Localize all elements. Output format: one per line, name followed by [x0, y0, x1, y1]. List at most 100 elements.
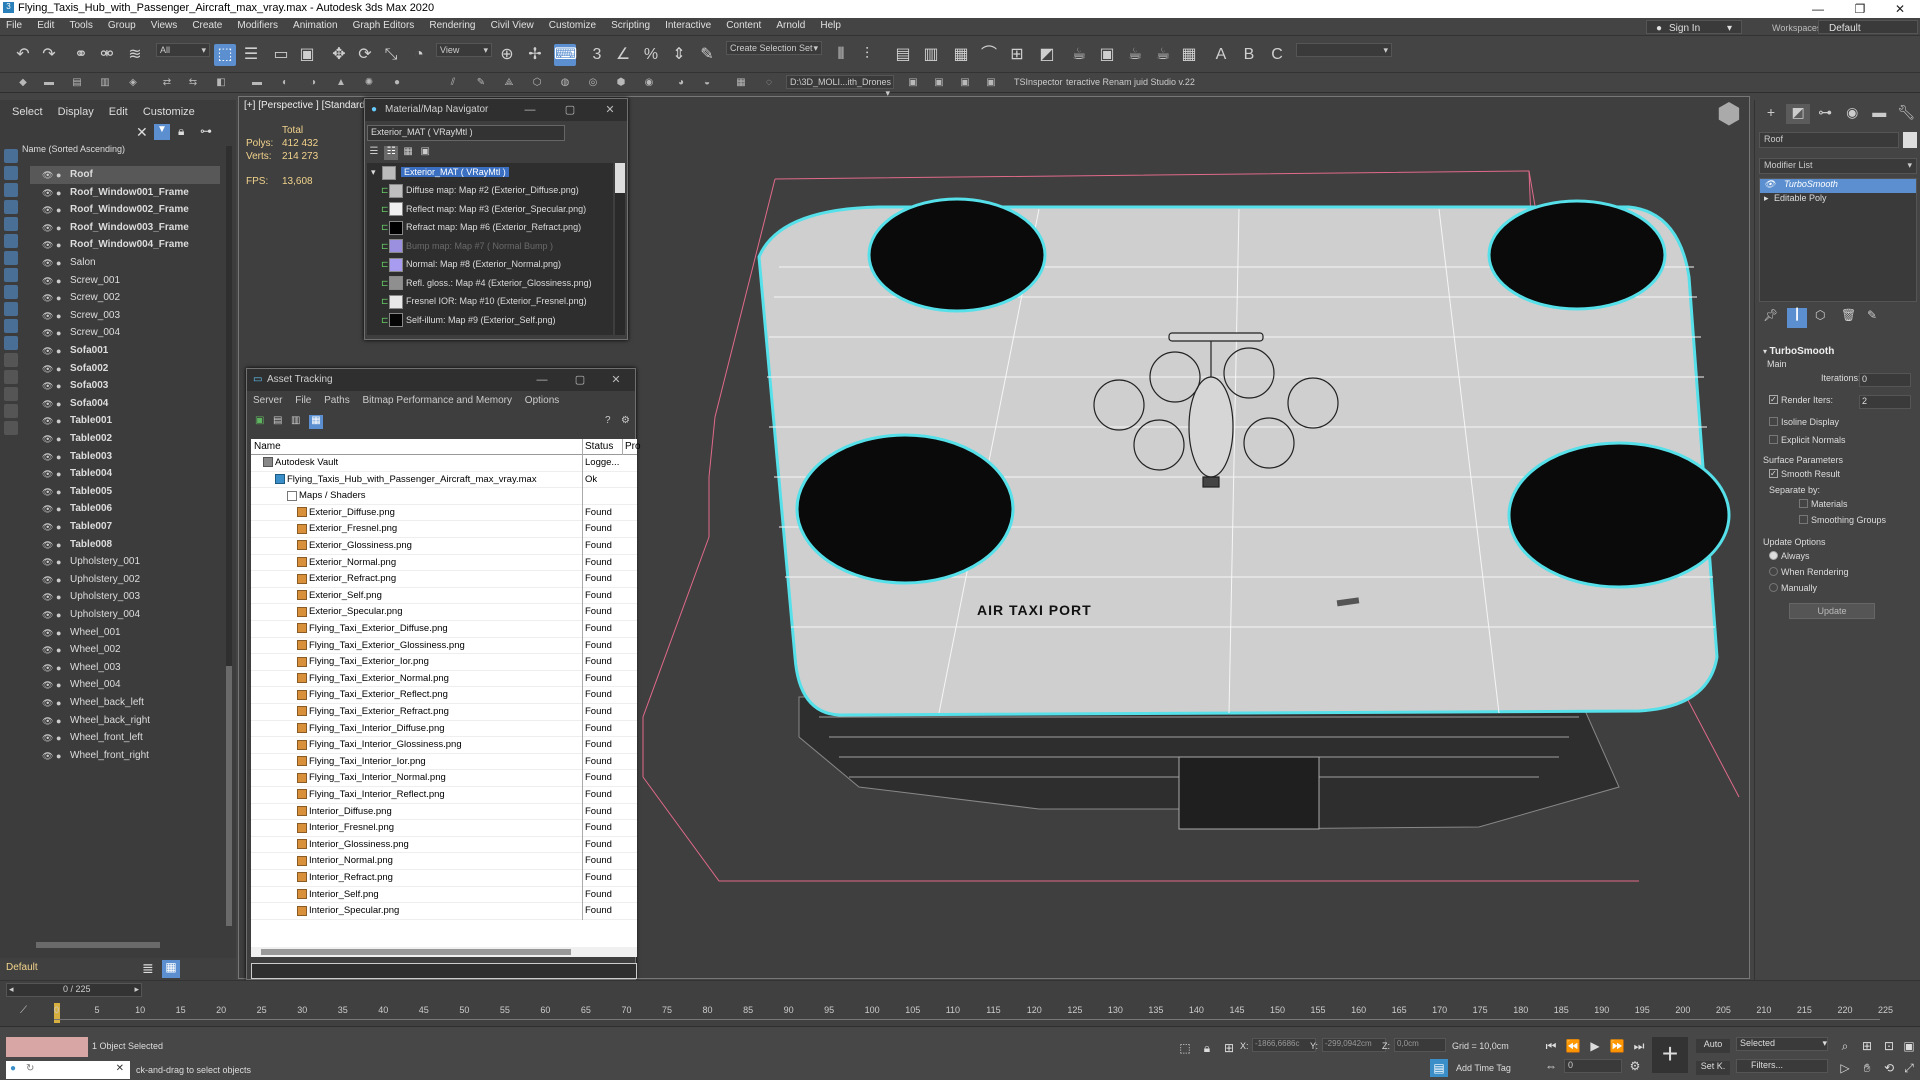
freeze-icon[interactable]: ● [56, 660, 61, 677]
asset-menu-file[interactable]: File [295, 395, 311, 406]
menu-tools[interactable]: Tools [63, 18, 98, 33]
text-tool-c-icon[interactable]: C [1266, 44, 1288, 66]
create-tab-icon[interactable]: + [1759, 104, 1783, 124]
scene-list-scrollbar[interactable] [226, 146, 232, 926]
freeze-icon[interactable]: ● [56, 431, 61, 448]
scene-item[interactable]: 👁︎ ● Roof_Window001_Frame [30, 184, 220, 202]
always-radio[interactable] [1769, 551, 1778, 560]
tool-icon-29[interactable]: ▣ [958, 76, 972, 90]
visibility-eye-icon[interactable]: 👁︎ [42, 519, 53, 536]
selection-filter-dropdown[interactable]: All ▾ [156, 43, 210, 57]
freeze-icon[interactable]: ● [56, 554, 61, 571]
menu-edit[interactable]: Edit [31, 18, 60, 33]
menu-file[interactable]: File [0, 18, 28, 33]
scene-item[interactable]: 👁︎ ● Table006 [30, 500, 220, 518]
scene-item[interactable]: 👁︎ ● Wheel_004 [30, 676, 220, 694]
auto-key-button[interactable]: Auto [1696, 1039, 1730, 1053]
isoline-checkbox[interactable] [1769, 417, 1778, 426]
modify-tab-icon[interactable]: ◩ [1786, 104, 1811, 124]
filter-helpers-icon[interactable] [4, 217, 18, 231]
sign-in-dropdown[interactable]: ● Sign In ▾ [1646, 20, 1742, 34]
menu-rendering[interactable]: Rendering [423, 18, 481, 33]
render-iters-spinner[interactable]: 2 [1859, 395, 1911, 409]
render-activeshade-icon[interactable]: ▦ [1178, 44, 1200, 66]
key-filter-dropdown[interactable]: Selected ▾ [1736, 1037, 1828, 1051]
filter-groups-icon[interactable] [4, 251, 18, 265]
asset-row[interactable]: Flying_Taxi_Exterior_Normal.png Found [251, 670, 637, 688]
text-tool-b-icon[interactable]: B [1238, 44, 1260, 66]
menu-civil-view[interactable]: Civil View [485, 18, 540, 33]
visibility-eye-icon[interactable]: 👁︎ [42, 431, 53, 448]
pivot-center-icon[interactable]: ⊕ [496, 44, 518, 66]
filter-shapes-icon[interactable] [4, 166, 18, 180]
tsinspector-label[interactable]: TSInspector [1014, 77, 1063, 87]
link-icon[interactable]: ⚭ [70, 44, 92, 66]
close-button[interactable]: ✕ [601, 369, 631, 391]
smooth-result-checkbox[interactable]: ✓ [1769, 469, 1778, 478]
toolbar-empty-dropdown[interactable]: ▾ [1296, 43, 1392, 57]
freeze-icon[interactable]: ● [56, 273, 61, 290]
workspace-dropdown[interactable]: Default [1818, 20, 1918, 34]
time-slider-next-icon[interactable]: ▸ [134, 984, 139, 995]
make-unique-icon[interactable]: ⬡ [1815, 308, 1825, 322]
tab-customize[interactable]: Customize [143, 106, 195, 118]
freeze-icon[interactable]: ● [56, 378, 61, 395]
stack-item-editable-poly[interactable]: ▸ Editable Poly [1760, 193, 1916, 207]
materials-checkbox[interactable] [1799, 499, 1808, 508]
viewport-shading-menu[interactable]: [Standard [322, 100, 365, 111]
material-map-item[interactable]: ⊏ Diffuse map: Map #2 (Exterior_Diffuse.p… [381, 181, 579, 199]
tool-icon-24[interactable]: ◒ [700, 76, 714, 90]
scene-item[interactable]: 👁︎ ● Screw_004 [30, 324, 220, 342]
viewcube-icon[interactable]: ⬢ [1709, 97, 1749, 129]
asset-tracking-titlebar[interactable]: ▭ Asset Tracking — ▢ ✕ [247, 369, 635, 391]
layer-manager-icon[interactable]: ▦ [162, 960, 180, 978]
visibility-eye-icon[interactable]: 👁︎ [42, 607, 53, 624]
freeze-icon[interactable]: ● [56, 361, 61, 378]
window-crossing-icon[interactable]: ▣ [296, 44, 318, 66]
maxscript-listener[interactable] [6, 1037, 88, 1057]
asset-row-max-file[interactable]: Flying_Taxis_Hub_with_Passenger_Aircraft… [251, 471, 637, 489]
asset-menu-options[interactable]: Options [525, 395, 559, 406]
iterations-spinner[interactable]: 0 [1859, 373, 1911, 387]
snaps-toggle-icon[interactable]: 3 [586, 44, 608, 66]
visibility-eye-icon[interactable]: 👁︎ [42, 202, 53, 219]
asset-row[interactable]: Interior_Refract.png Found [251, 870, 637, 887]
scene-item[interactable]: 👁︎ ● Roof [30, 166, 220, 184]
asset-row[interactable]: Exterior_Glossiness.png Found [251, 538, 637, 555]
keyboard-shortcut-override-icon[interactable]: ⌨ [554, 44, 577, 66]
maximize-viewport-icon[interactable]: ⤢ [1900, 1059, 1918, 1077]
tool-icon-6[interactable]: ⇄ [160, 76, 174, 90]
asset-row[interactable]: Interior_Fresnel.png Found [251, 820, 637, 837]
smoothing-groups-checkbox[interactable] [1799, 515, 1808, 524]
schematic-view-icon[interactable]: ⊞ [1006, 44, 1028, 66]
scene-item[interactable]: 👁︎ ● Wheel_front_left [30, 729, 220, 747]
hierarchy-tab-icon[interactable]: ⊶ [1813, 104, 1837, 124]
asset-row-vault[interactable]: Autodesk Vault Logge... [251, 455, 637, 472]
asset-row[interactable]: Exterior_Specular.png Found [251, 604, 637, 621]
asset-row[interactable]: Interior_Specular.png Found [251, 903, 637, 920]
time-tag-icon[interactable]: ▤ [1430, 1059, 1448, 1077]
menu-modifiers[interactable]: Modifiers [231, 18, 284, 33]
scene-item[interactable]: 👁︎ ● Upholstery_002 [30, 571, 220, 589]
material-map-item[interactable]: ⊏ Self-illum: Map #9 (Exterior_Self.png) [381, 311, 556, 329]
material-map-item[interactable]: ⊏ Fresnel IOR: Map #10 (Exterior_Fresnel.… [381, 292, 587, 310]
clear-icon[interactable]: ✕ [136, 124, 148, 141]
freeze-icon[interactable]: ● [56, 572, 61, 589]
freeze-icon[interactable]: ● [56, 625, 61, 642]
minimize-button[interactable]: — [527, 369, 557, 391]
tool-icon-2[interactable]: ▬ [42, 76, 56, 90]
create-selection-set-dropdown[interactable]: Create Selection Set ▾ [726, 41, 822, 55]
set-key-button[interactable]: Set K. [1696, 1061, 1730, 1075]
tool-icon-28[interactable]: ▣ [932, 76, 946, 90]
filter-spacewarps-icon[interactable] [4, 234, 18, 248]
edit-named-selection-icon[interactable]: ✎ [696, 44, 718, 66]
scene-item[interactable]: 👁︎ ● Table008 [30, 536, 220, 554]
filter-geometry-icon[interactable] [4, 149, 18, 163]
freeze-icon[interactable]: ● [56, 607, 61, 624]
asset-tool-icon-1[interactable]: ▣ [255, 415, 264, 426]
menu-create[interactable]: Create [186, 18, 228, 33]
reference-coordinate-dropdown[interactable]: View ▾ [436, 43, 492, 57]
material-navigator-titlebar[interactable]: ● Material/Map Navigator — ▢ ✕ [365, 99, 627, 121]
zoom-all-icon[interactable]: ⊞ [1858, 1037, 1876, 1055]
current-frame-field[interactable]: 0 [1564, 1059, 1622, 1073]
